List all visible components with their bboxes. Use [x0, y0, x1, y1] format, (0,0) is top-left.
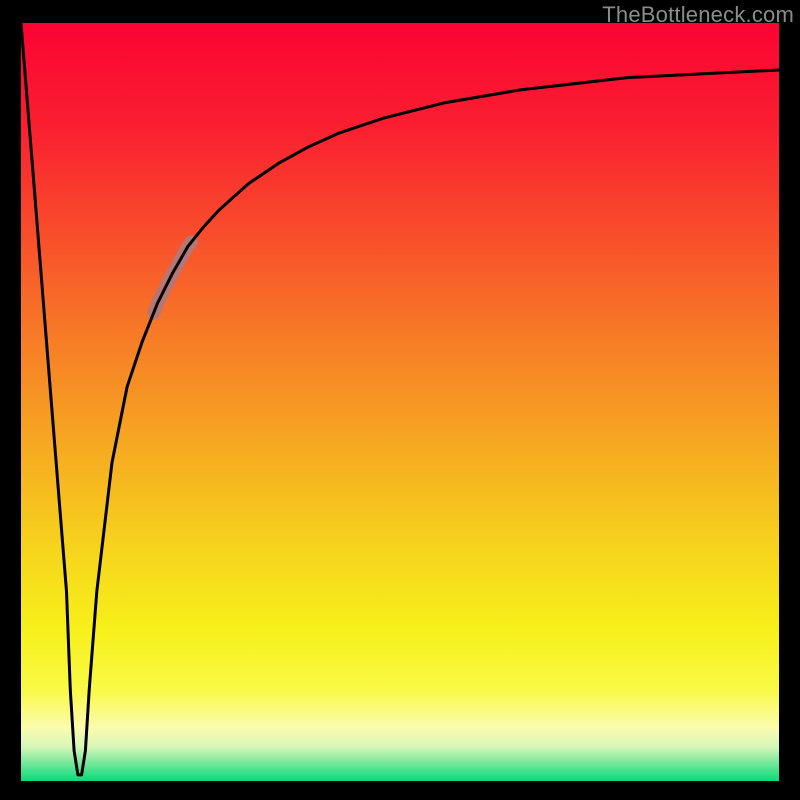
plot-area — [21, 23, 779, 781]
gradient-background — [21, 23, 779, 781]
chart-frame: TheBottleneck.com — [0, 0, 800, 800]
plot-svg — [21, 23, 779, 781]
